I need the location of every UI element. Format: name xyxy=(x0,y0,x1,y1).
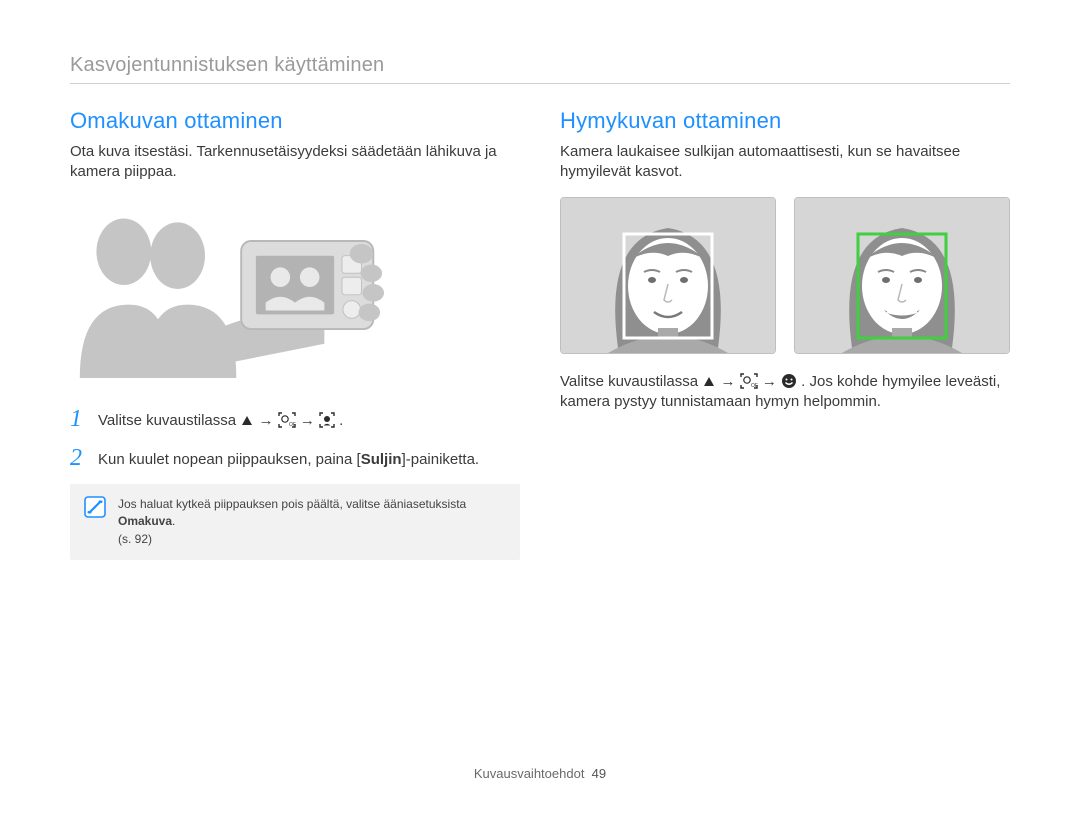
right-arrow2: → xyxy=(762,373,781,390)
svg-text:OFF: OFF xyxy=(751,383,758,389)
note-b: Omakuva xyxy=(118,514,172,528)
step1-arrow2: → xyxy=(300,412,319,429)
smile-instruction: Valitse kuvaustilassa → OFF → . Jos kohd… xyxy=(560,372,1010,413)
step2-a: Kun kuulet nopean piippauksen, paina [ xyxy=(98,451,361,468)
page-footer: Kuvausvaihtoehdot 49 xyxy=(0,766,1080,781)
smile-shot-intro: Kamera laukaisee sulkijan automaattisest… xyxy=(560,142,1010,183)
step1-prefix: Valitse kuvaustilassa xyxy=(98,412,240,429)
self-portrait-heading: Omakuvan ottaminen xyxy=(70,108,520,134)
smile-illustrations xyxy=(560,197,1010,354)
note-c: . xyxy=(172,514,175,528)
smile-face-left xyxy=(560,197,776,354)
step1-period: . xyxy=(339,412,343,429)
right-column: Hymykuvan ottaminen Kamera laukaisee sul… xyxy=(560,108,1010,560)
step-2: 2 Kun kuulet nopean piippauksen, paina [… xyxy=(70,446,520,470)
smile-face-right xyxy=(794,197,1010,354)
step-number-2: 2 xyxy=(70,446,88,470)
face-detect-off-icon: OFF xyxy=(278,412,296,428)
step1-arrow1: → xyxy=(258,412,277,429)
step2-c: ]-painiketta. xyxy=(402,451,480,468)
note-ref: (s. 92) xyxy=(118,531,506,548)
two-columns: Omakuvan ottaminen Ota kuva itsestäsi. T… xyxy=(70,108,1010,560)
face-detect-off-icon: OFF xyxy=(740,373,758,389)
note-icon xyxy=(84,496,106,548)
up-icon xyxy=(702,375,716,389)
step-1: 1 Valitse kuvaustilassa → OFF → xyxy=(70,407,520,431)
self-portrait-illustration xyxy=(70,197,520,383)
svg-text:OFF: OFF xyxy=(289,422,296,428)
step-2-text: Kun kuulet nopean piippauksen, paina [Su… xyxy=(98,446,479,470)
step-1-text: Valitse kuvaustilassa → OFF → xyxy=(98,407,343,431)
left-column: Omakuvan ottaminen Ota kuva itsestäsi. T… xyxy=(70,108,520,560)
right-arrow1: → xyxy=(720,373,739,390)
note-a: Jos haluat kytkeä piippauksen pois päält… xyxy=(118,497,466,511)
header-rule xyxy=(70,83,1010,84)
footer-label: Kuvausvaihtoehdot xyxy=(474,766,585,781)
right-line-a: Valitse kuvaustilassa xyxy=(560,373,702,390)
page: Kasvojentunnistuksen käyttäminen Omakuva… xyxy=(0,0,1080,815)
note-box: Jos haluat kytkeä piippauksen pois päält… xyxy=(70,484,520,560)
note-text: Jos haluat kytkeä piippauksen pois päält… xyxy=(118,496,506,548)
breadcrumb-title: Kasvojentunnistuksen käyttäminen xyxy=(70,54,1010,77)
self-portrait-intro: Ota kuva itsestäsi. Tarkennusetäisyydeks… xyxy=(70,142,520,183)
step-number-1: 1 xyxy=(70,407,88,431)
self-portrait-mode-icon xyxy=(319,412,335,428)
smile-shot-heading: Hymykuvan ottaminen xyxy=(560,108,1010,134)
step2-bold: Suljin xyxy=(361,451,402,468)
smile-mode-icon xyxy=(781,373,797,389)
page-number: 49 xyxy=(592,766,606,781)
up-icon xyxy=(240,414,254,428)
